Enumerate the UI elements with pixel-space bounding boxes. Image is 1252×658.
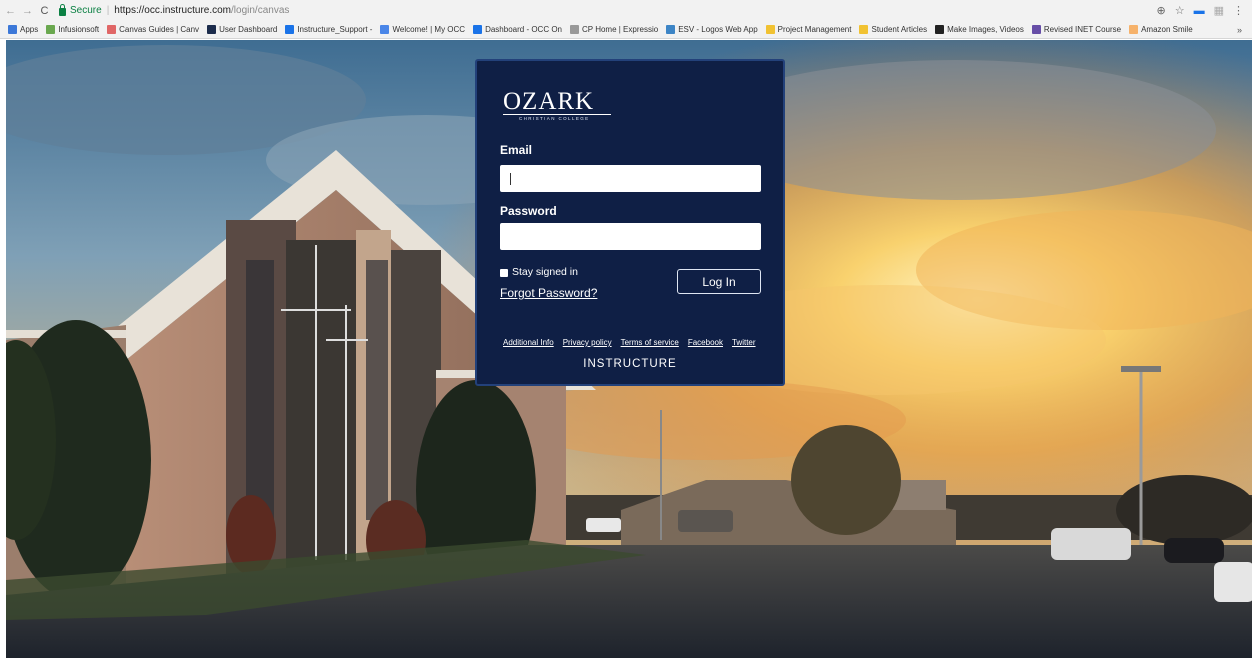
star-icon[interactable]: ☆ bbox=[1175, 4, 1185, 17]
secure-label: Secure bbox=[70, 5, 102, 16]
bookmark-favicon-icon bbox=[1129, 25, 1139, 34]
bookmark-favicon-icon bbox=[765, 25, 775, 34]
bookmark-label: Make Images, Videos bbox=[947, 25, 1024, 34]
logo-wordmark: OZARK bbox=[503, 88, 595, 115]
browser-address-bar: ← → C Secure | https://occ.instructure.c… bbox=[0, 0, 1252, 21]
bookmark-label: Student Articles bbox=[871, 25, 928, 34]
reload-button[interactable]: C bbox=[38, 5, 51, 17]
url-path: /login/canvas bbox=[231, 5, 290, 16]
bookmark-label: CP Home | Expressio bbox=[582, 25, 659, 34]
bookmark-favicon-icon bbox=[473, 25, 483, 34]
zoom-icon[interactable]: ⊕ bbox=[1157, 4, 1166, 17]
bookmark-label: Dashboard - OCC On bbox=[485, 25, 562, 34]
bookmark-label: Instructure_Support - bbox=[297, 25, 373, 34]
toolbar-icons: ⊕ ☆ ▬ ▦ ⋮ bbox=[1157, 4, 1252, 18]
stay-signed-in-label[interactable]: Stay signed in bbox=[512, 266, 578, 278]
footer-links: Additional Info Privacy policy Terms of … bbox=[503, 338, 756, 347]
email-label: Email bbox=[500, 143, 533, 157]
omnibox-separator: | bbox=[106, 5, 110, 16]
bookmark-item[interactable]: Infusionsoft bbox=[46, 25, 99, 34]
email-field[interactable] bbox=[500, 165, 761, 192]
bookmark-label: Canvas Guides | Canv bbox=[119, 25, 200, 34]
bookmark-favicon-icon bbox=[570, 25, 579, 34]
bookmark-favicon-icon bbox=[380, 25, 390, 34]
bookmark-item[interactable]: Apps bbox=[8, 25, 38, 34]
bookmark-label: User Dashboard bbox=[219, 25, 278, 34]
footer-link-facebook[interactable]: Facebook bbox=[688, 338, 723, 347]
bookmark-item[interactable]: Project Management bbox=[765, 25, 852, 34]
bookmark-favicon-icon bbox=[935, 25, 945, 34]
bookmark-label: Amazon Smile bbox=[1141, 25, 1193, 34]
back-button[interactable]: ← bbox=[4, 5, 17, 17]
bookmark-item[interactable]: Revised INET Course bbox=[1031, 25, 1122, 34]
bookmark-item[interactable]: Dashboard - OCC On bbox=[473, 25, 562, 34]
bookmark-item[interactable]: Amazon Smile bbox=[1129, 25, 1193, 34]
bookmark-item[interactable]: ESV - Logos Web App bbox=[666, 25, 758, 34]
lock-icon bbox=[59, 3, 66, 16]
bookmark-item[interactable]: Make Images, Videos bbox=[935, 25, 1024, 34]
password-field[interactable] bbox=[500, 223, 761, 250]
bookmark-label: Project Management bbox=[777, 25, 852, 34]
bookmark-favicon-icon bbox=[666, 25, 676, 34]
footer-link-twitter[interactable]: Twitter bbox=[732, 338, 756, 347]
bookmark-label: Revised INET Course bbox=[1043, 25, 1122, 34]
bookmark-label: Apps bbox=[20, 25, 39, 34]
log-in-button[interactable]: Log In bbox=[677, 269, 761, 294]
ozark-logo: OZARK CHRISTIAN COLLEGE bbox=[503, 89, 613, 123]
bookmark-item[interactable]: Student Articles bbox=[859, 25, 927, 34]
login-panel: OZARK CHRISTIAN COLLEGE Email Password S… bbox=[475, 59, 785, 386]
extension-icon[interactable]: ▬ bbox=[1194, 5, 1205, 17]
text-caret bbox=[510, 173, 511, 185]
extension-gray-icon[interactable]: ▦ bbox=[1214, 4, 1224, 17]
bookmark-favicon-icon bbox=[1031, 25, 1041, 34]
footer-link-privacy-policy[interactable]: Privacy policy bbox=[563, 338, 612, 347]
password-label: Password bbox=[500, 204, 557, 218]
bookmark-favicon-icon bbox=[285, 25, 295, 34]
bookmark-favicon-icon bbox=[8, 25, 17, 34]
bookmark-favicon-icon bbox=[46, 25, 56, 34]
bookmark-label: ESV - Logos Web App bbox=[678, 25, 758, 34]
omnibox[interactable]: Secure | https://occ.instructure.com /lo… bbox=[59, 2, 289, 19]
bookmarks-bar: Apps Infusionsoft Canvas Guides | Canv User… bbox=[0, 21, 1252, 39]
logo-subtitle: CHRISTIAN COLLEGE bbox=[519, 116, 590, 121]
bookmark-label: Welcome! | My OCC bbox=[392, 25, 466, 34]
url-host: https://occ.instructure.com bbox=[114, 5, 232, 16]
bookmark-favicon-icon bbox=[107, 25, 117, 34]
bookmark-item[interactable]: Canvas Guides | Canv bbox=[107, 25, 199, 34]
logo-underline bbox=[503, 114, 611, 115]
instructure-brand: INSTRUCTURE bbox=[583, 358, 677, 370]
forward-button[interactable]: → bbox=[21, 5, 34, 17]
bookmark-item[interactable]: User Dashboard bbox=[207, 25, 277, 34]
bookmark-item[interactable]: Welcome! | My OCC bbox=[380, 25, 465, 34]
bookmark-favicon-icon bbox=[207, 25, 217, 34]
footer-link-terms-of-service[interactable]: Terms of service bbox=[621, 338, 679, 347]
bookmark-item[interactable]: Instructure_Support - bbox=[285, 25, 372, 34]
bookmark-item[interactable]: CP Home | Expressio bbox=[570, 25, 658, 34]
bookmark-label: Infusionsoft bbox=[58, 25, 100, 34]
forgot-password-link[interactable]: Forgot Password? bbox=[500, 286, 597, 300]
bookmark-favicon-icon bbox=[859, 25, 869, 34]
menu-icon[interactable]: ⋮ bbox=[1233, 4, 1244, 17]
stay-signed-in-checkbox[interactable] bbox=[500, 269, 508, 277]
bookmarks-overflow-button[interactable]: » bbox=[1237, 25, 1252, 35]
footer-link-additional-info[interactable]: Additional Info bbox=[503, 338, 554, 347]
